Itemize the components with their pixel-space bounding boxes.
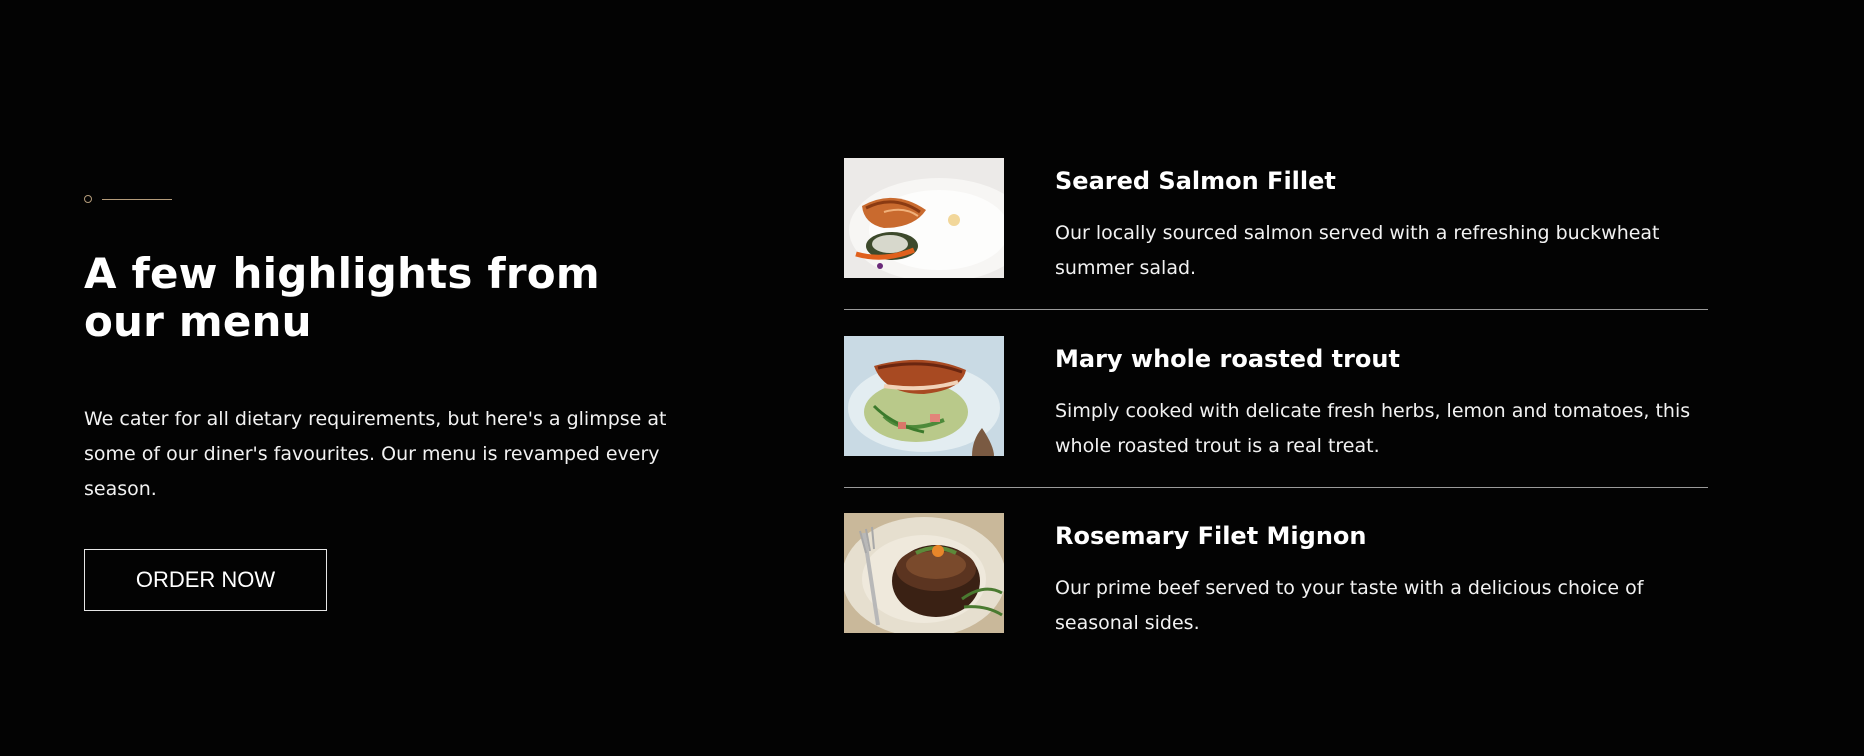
menu-item-title: Seared Salmon Fillet [1055, 167, 1336, 195]
trout-dish-image [844, 336, 1004, 456]
ornament-circle-icon [84, 195, 92, 203]
menu-item-trout: Mary whole roasted trout Simply cooked w… [844, 336, 1708, 486]
section-intro: We cater for all dietary requirements, b… [84, 408, 667, 500]
menu-item-title: Rosemary Filet Mignon [1055, 522, 1367, 550]
ornament-line [102, 199, 172, 200]
menu-divider [844, 309, 1708, 310]
menu-item-salmon: Seared Salmon Fillet Our locally sourced… [844, 158, 1708, 308]
menu-item-description: Our locally sourced salmon served with a… [1055, 222, 1660, 279]
menu-item-filet-mignon: Rosemary Filet Mignon Our prime beef ser… [844, 513, 1708, 663]
menu-item-description: Simply cooked with delicate fresh herbs,… [1055, 400, 1691, 457]
filet-mignon-dish-image [844, 513, 1004, 633]
menu-item-title: Mary whole roasted trout [1055, 345, 1400, 373]
order-now-button[interactable]: ORDER NOW [84, 549, 327, 611]
menu-item-description: Our prime beef served to your taste with… [1055, 577, 1644, 634]
salmon-dish-image [844, 158, 1004, 278]
decorative-ornament [84, 194, 174, 206]
section-heading: A few highlights from our menu [84, 249, 600, 346]
menu-divider [844, 487, 1708, 488]
